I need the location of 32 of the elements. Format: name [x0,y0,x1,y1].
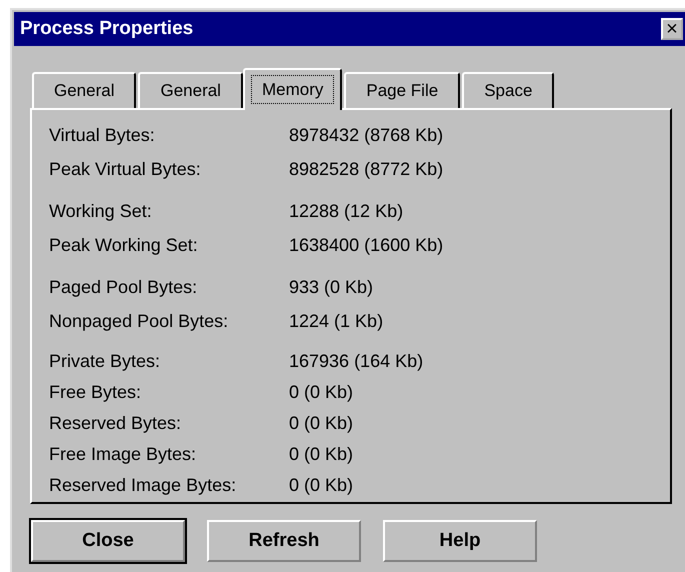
dialog-button[interactable]: Help [383,520,537,562]
field-value: 0 (0 Kb) [289,475,354,496]
close-button[interactable]: × [661,18,683,40]
tab[interactable]: Page File [344,72,460,108]
field-label: Reserved Bytes: [49,413,182,434]
tab[interactable]: Memory [242,68,342,110]
field-label: Virtual Bytes: [49,124,156,146]
field-label: Peak Working Set: [49,234,199,256]
dialog-button[interactable]: Close [31,520,185,562]
field-value: 8982528 (8772 Kb) [289,158,444,180]
field-value: 167936 (164 Kb) [289,351,424,372]
field-value: 933 (0 Kb) [289,276,374,298]
window-title: Process Properties [20,18,194,40]
field-label: Free Bytes: [49,382,142,403]
field-value: 8978432 (8768 Kb) [289,124,444,146]
field-label: Private Bytes: [49,351,162,372]
field-label: Nonpaged Pool Bytes: [49,310,230,332]
field-label: Free Image Bytes: [49,444,198,465]
field-label: Reserved Image Bytes: [49,475,238,496]
tab[interactable]: Space [462,72,554,108]
field-label: Peak Virtual Bytes: [49,158,202,180]
field-value: 1224 (1 Kb) [289,310,384,332]
tab[interactable]: General [138,72,243,108]
dialog-button[interactable]: Refresh [207,520,361,562]
field-value: 0 (0 Kb) [289,382,354,403]
field-label: Paged Pool Bytes: [49,276,198,298]
field-value: 0 (0 Kb) [289,413,354,434]
field-value: 0 (0 Kb) [289,444,354,465]
field-label: Working Set: [49,200,153,222]
field-value: 12288 (12 Kb) [289,200,404,222]
field-value: 1638400 (1600 Kb) [289,234,444,256]
tab[interactable]: General [32,72,136,108]
